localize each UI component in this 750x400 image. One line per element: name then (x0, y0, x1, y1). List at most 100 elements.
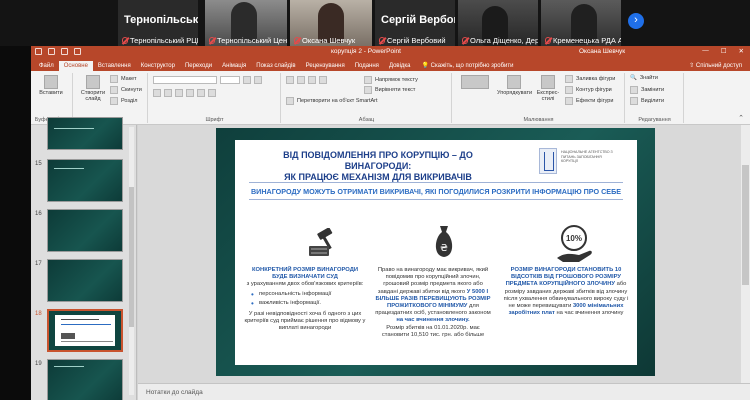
notes-pane[interactable]: Нотатки до слайда (138, 383, 750, 400)
participant-tile[interactable]: Тернопільськ... Тернопільський РЦП (118, 0, 198, 46)
bullets-icon[interactable] (286, 76, 294, 84)
slide-title[interactable]: ВІД ПОВІДОМЛЕННЯ ПРО КОРУПЦІЮ – ДО ВИНАГ… (253, 150, 503, 183)
tab-file[interactable]: Файл (34, 63, 59, 71)
underline-icon[interactable] (175, 89, 183, 97)
collapse-ribbon-icon[interactable]: ⌃ (738, 114, 744, 122)
window-title: корупція 2 - PowerPoint (331, 48, 401, 55)
participant-tile[interactable]: Кременецька РДА Ан... (541, 0, 621, 46)
arrange-button[interactable]: Упорядкувати (497, 75, 532, 96)
shape-effects-button[interactable]: Ефекти фігури (565, 97, 613, 105)
outdent-icon[interactable] (319, 76, 327, 84)
next-participants-button[interactable]: › (628, 13, 644, 29)
tab-animations[interactable]: Анімація (217, 63, 251, 71)
save-icon[interactable] (35, 48, 42, 55)
participant-tile-active[interactable]: Оксана Шевчук (290, 0, 372, 46)
powerpoint-window: корупція 2 - PowerPoint Оксана Шевчук — … (31, 46, 750, 400)
reset-button[interactable]: Скинути (110, 86, 142, 94)
tab-design[interactable]: Конструктор (136, 63, 180, 71)
italic-icon[interactable] (164, 89, 172, 97)
tab-insert[interactable]: Вставлення (93, 63, 136, 71)
find-button[interactable]: 🔍 Знайти (630, 75, 658, 81)
group-editing: 🔍 Знайти Замінити Виділити Редагування (626, 73, 684, 123)
font-controls (153, 76, 262, 84)
font-color-icon[interactable] (208, 89, 216, 97)
tab-review[interactable]: Рецензування (301, 63, 350, 71)
shrink-font-icon[interactable] (254, 76, 262, 84)
slide-editing-canvas[interactable]: ВІД ПОВІДОМЛЕННЯ ПРО КОРУПЦІЮ – ДО ВИНАГ… (138, 125, 750, 383)
share-button[interactable]: ⇧ Спільний доступ (689, 62, 750, 71)
align-text-button[interactable]: Вирівняти текст (364, 86, 415, 94)
group-label: Абзац (358, 117, 375, 123)
signed-in-user[interactable]: Оксана Шевчук (579, 48, 625, 55)
workspace: 15 16 17 18 19 ВІД ПОВІДОМЛЕННЯ ПРО КОРУ… (31, 117, 750, 400)
current-slide[interactable]: ВІД ПОВІДОМЛЕННЯ ПРО КОРУПЦІЮ – ДО ВИНАГ… (216, 128, 655, 376)
participant-tile[interactable]: Ольга Діщенко, Держ... (458, 0, 538, 46)
maximize-icon[interactable]: ☐ (721, 47, 727, 55)
shapes-gallery[interactable] (457, 75, 493, 90)
group-label: Редагування (638, 117, 671, 123)
right-text: на час вчинення злочину (556, 310, 624, 317)
thumb-line (61, 341, 113, 342)
replace-button[interactable]: Замінити (630, 86, 664, 94)
canvas-scrollbar[interactable] (741, 125, 750, 383)
participant-tile[interactable]: Сергій Вербовий Сергій Вербовий (375, 0, 455, 46)
scrollbar-thumb[interactable] (742, 165, 749, 285)
font-family-select[interactable] (153, 76, 217, 84)
slide-thumbnail[interactable]: 16 (33, 209, 133, 253)
layout-button[interactable]: Макет (110, 75, 137, 83)
slide-thumbnail-image (47, 117, 123, 150)
tab-view[interactable]: Подання (350, 63, 384, 71)
paste-button[interactable]: Вставити (39, 75, 63, 96)
slide-thumbnail-selected[interactable]: 18 (33, 309, 133, 353)
group-font: Шрифт (149, 73, 281, 123)
smartart-button[interactable]: Перетворити на об'єкт SmartArt (286, 97, 378, 105)
participant-big-name: Тернопільськ... (124, 14, 198, 26)
scrollbar-thumb[interactable] (129, 187, 134, 327)
thumb-content (55, 315, 115, 346)
left-text-block[interactable]: КОНКРЕТНИЙ РОЗМІР ВИНАГОРОДИ БУДЕ ВИЗНАЧ… (243, 267, 367, 333)
slide-number: 19 (35, 361, 42, 367)
participant-tile[interactable]: Тернопільський Цент... (205, 0, 287, 46)
shadow-icon[interactable] (197, 89, 205, 97)
tab-help[interactable]: Довідка (384, 63, 416, 71)
middle-text-block[interactable]: Право на винагороду має викривач, який п… (373, 267, 493, 339)
tab-transitions[interactable]: Переходи (180, 63, 217, 71)
grow-font-icon[interactable] (243, 76, 251, 84)
close-icon[interactable]: ✕ (739, 47, 744, 55)
font-size-select[interactable] (220, 76, 240, 84)
slide-thumbnail[interactable]: 15 (33, 159, 133, 203)
start-slideshow-icon[interactable] (74, 48, 81, 55)
slide-thumbnail-image (47, 359, 123, 400)
slide-thumbnail[interactable]: 17 (33, 259, 133, 303)
right-text-block[interactable]: РОЗМІР ВИНАГОРОДИ СТАНОВИТЬ 10 ВІДСОТКІВ… (501, 267, 631, 317)
quick-styles-button[interactable]: Експрес-стилі (533, 75, 563, 102)
new-slide-button[interactable]: Створити слайд (78, 75, 108, 102)
redo-icon[interactable] (61, 48, 68, 55)
participant-label: Оксана Шевчук (294, 36, 355, 45)
text-direction-button[interactable]: Напрямок тексту (364, 76, 418, 84)
indent-icon[interactable] (308, 76, 316, 84)
tab-slideshow[interactable]: Показ слайдів (251, 63, 300, 71)
tab-home[interactable]: Основне (58, 61, 93, 71)
shape-effects-icon (565, 97, 573, 105)
minimize-icon[interactable]: — (702, 47, 709, 55)
slide-number: 16 (35, 211, 42, 217)
slide-thumbnail[interactable]: 19 (33, 359, 133, 400)
shape-fill-button[interactable]: Заливка фігури (565, 75, 615, 83)
shape-outline-button[interactable]: Контур фігури (565, 86, 612, 94)
thumbnail-scrollbar[interactable] (129, 127, 134, 395)
select-button[interactable]: Виділити (630, 97, 664, 105)
slide-subtitle[interactable]: ВИНАГОРОДУ МОЖУТЬ ОТРИМАТИ ВИКРИВАЧІ, ЯК… (235, 187, 637, 196)
strikethrough-icon[interactable] (186, 89, 194, 97)
criteria-item: персональність інформації (251, 291, 367, 298)
undo-icon[interactable] (48, 48, 55, 55)
slide-thumbnail-image (47, 209, 123, 252)
left-intro: з урахуванням двох обов'язкових критерії… (246, 281, 364, 288)
group-label: Малювання (523, 117, 554, 123)
window-controls: — ☐ ✕ (702, 47, 744, 55)
bold-icon[interactable] (153, 89, 161, 97)
mic-muted-icon (379, 37, 385, 44)
tell-me-search[interactable]: 💡 Скажіть, що потрібно зробити (416, 62, 518, 71)
numbering-icon[interactable] (297, 76, 305, 84)
section-button[interactable]: Розділ (110, 97, 137, 105)
